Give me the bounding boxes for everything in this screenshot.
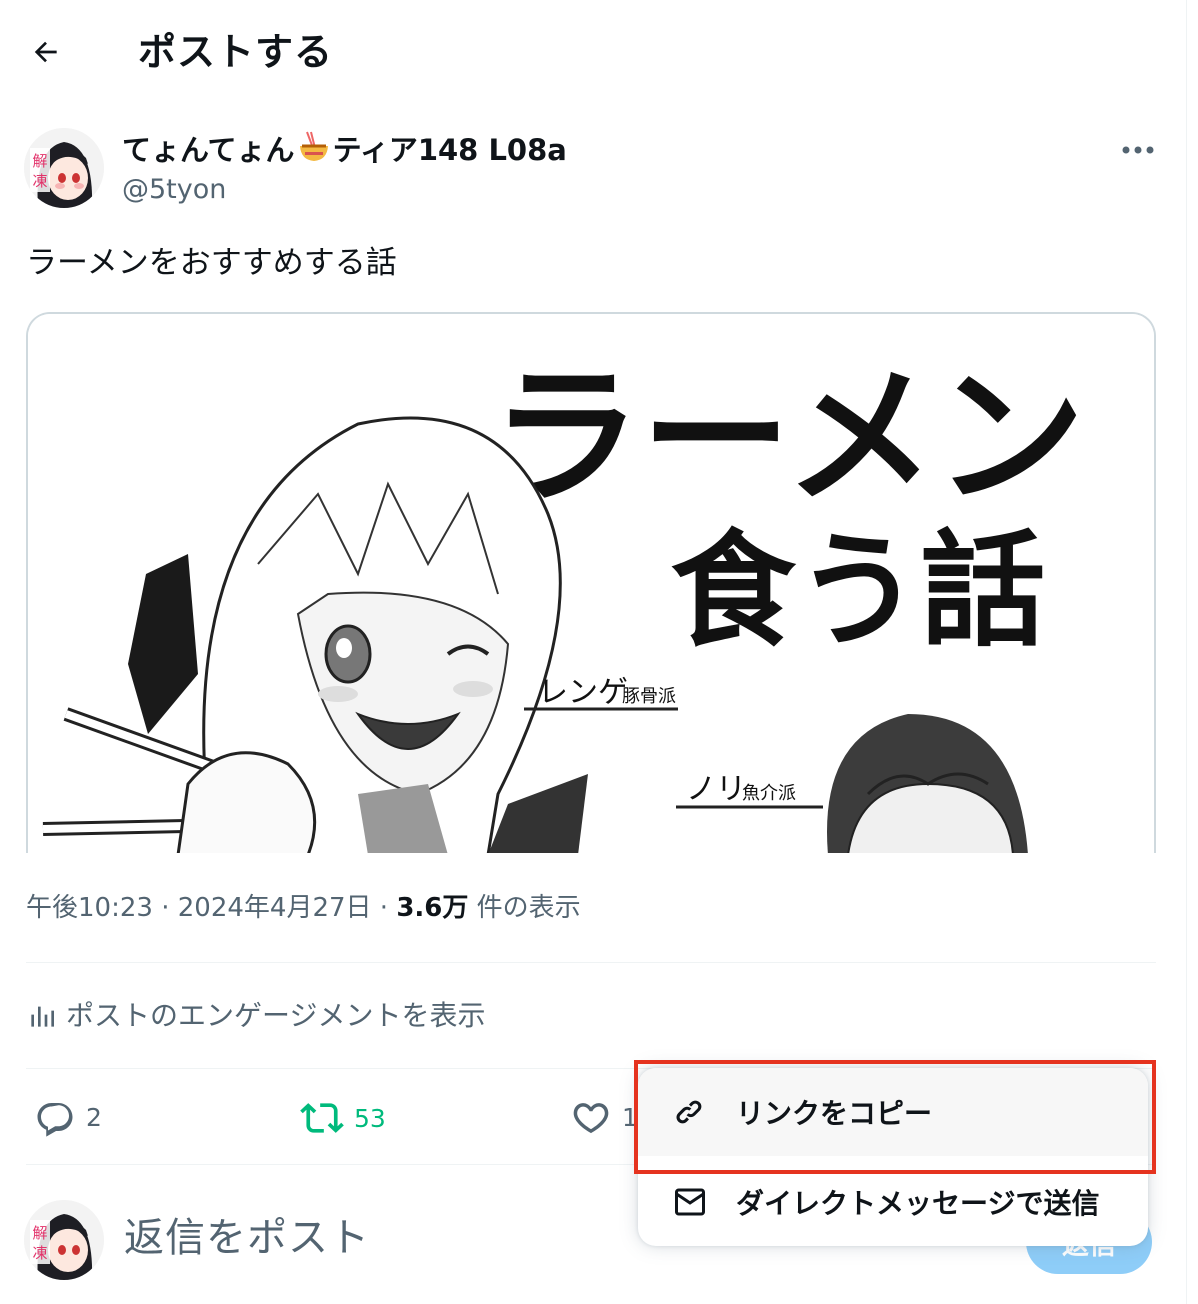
- page-title: ポストする: [138, 30, 334, 74]
- more-dots-icon: [1122, 146, 1154, 154]
- like-count: 1: [622, 1102, 638, 1132]
- post-meta: 午後10:23 · 2024年4月27日 · 3.6万 件の表示: [26, 893, 581, 923]
- image-title-line2: 食う話: [671, 518, 1046, 664]
- svg-text:解: 解: [32, 1224, 47, 1242]
- post-text: ラーメンをおすすめする話: [26, 245, 397, 281]
- view-engagement-link[interactable]: ポストのエンゲージメントを表示: [26, 996, 485, 1036]
- image-title-line1: ラーメン: [491, 349, 1085, 525]
- post-image[interactable]: ラーメン 食う話 レンゲ 豚骨派 ノリ 魚介派: [26, 312, 1156, 853]
- like-button[interactable]: 1: [570, 1096, 638, 1138]
- column-border: [1186, 0, 1187, 1304]
- view-count: 3.6万: [396, 893, 469, 923]
- composer-avatar: 解 凍: [24, 1200, 104, 1280]
- char2-sub: 魚介派: [742, 783, 796, 804]
- analytics-icon: [31, 1006, 54, 1027]
- svg-text:凍: 凍: [32, 1244, 47, 1262]
- author-name[interactable]: てょんてょん ティア148 L08a: [122, 130, 567, 174]
- view-label: 件の表示: [476, 893, 581, 923]
- copy-link-label: リンクをコピー: [736, 1097, 933, 1130]
- avatar[interactable]: 解 凍: [24, 128, 104, 208]
- repost-button[interactable]: 53: [300, 1096, 386, 1140]
- reply-count: 2: [86, 1102, 102, 1132]
- author-handle[interactable]: @5tyon: [122, 172, 226, 208]
- char1-label: レンゲ: [538, 675, 628, 710]
- post-date[interactable]: 2024年4月27日: [178, 893, 372, 923]
- link-icon: [670, 1092, 710, 1132]
- envelope-icon: [670, 1182, 710, 1222]
- svg-text:凍: 凍: [32, 172, 47, 190]
- share-menu: リンクをコピー ダイレクトメッセージで送信: [638, 1068, 1148, 1246]
- char1-sub: 豚骨派: [622, 686, 676, 707]
- reply-button[interactable]: 2: [34, 1096, 102, 1138]
- back-button[interactable]: [22, 28, 70, 76]
- ramen-emoji-icon: [297, 130, 331, 174]
- send-dm-menu-item[interactable]: ダイレクトメッセージで送信: [638, 1158, 1148, 1246]
- arrow-left-icon: [34, 41, 57, 63]
- repost-count: 53: [354, 1103, 386, 1133]
- svg-text:解: 解: [32, 152, 47, 170]
- post-time[interactable]: 午後10:23: [26, 893, 153, 923]
- divider: [26, 962, 1156, 963]
- char2-label: ノリ: [686, 772, 746, 807]
- repost-icon: [300, 1103, 344, 1133]
- copy-link-menu-item[interactable]: リンクをコピー: [638, 1068, 1148, 1156]
- reply-input[interactable]: 返信をポスト: [124, 1212, 370, 1264]
- more-options-button[interactable]: [1112, 130, 1164, 170]
- send-dm-label: ダイレクトメッセージで送信: [736, 1187, 1100, 1220]
- reply-icon: [37, 1103, 73, 1137]
- manga-illustration: ラーメン 食う話 レンゲ 豚骨派 ノリ 魚介派: [28, 314, 1154, 853]
- heart-icon: [573, 1103, 609, 1134]
